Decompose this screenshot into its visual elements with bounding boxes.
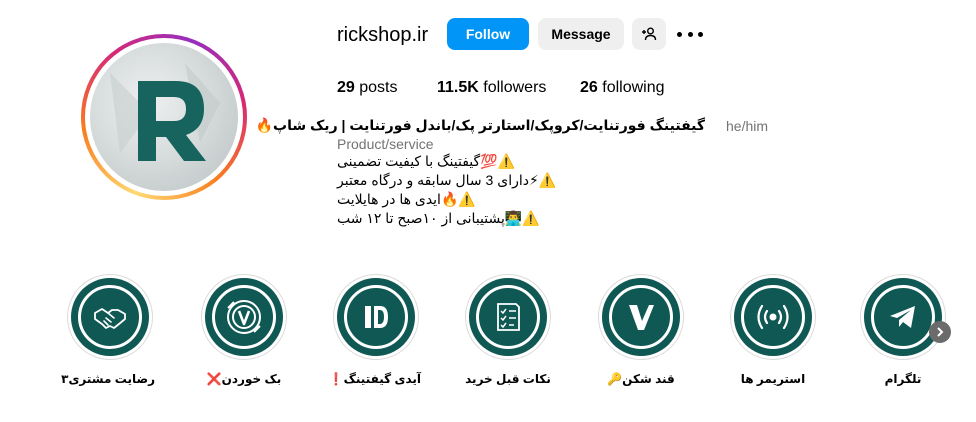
suggested-users-button[interactable]: [632, 18, 666, 50]
highlight-streamers[interactable]: استریمر ها: [728, 274, 818, 386]
highlight-sugar-cracker[interactable]: قند شکن🔑: [596, 274, 686, 386]
more-dot-icon: [687, 31, 693, 37]
highlight-frame: [609, 285, 673, 349]
v-bucks-icon: [227, 300, 261, 334]
following-count: 26: [580, 79, 598, 96]
profile-pronouns: he/him: [726, 118, 769, 134]
followers-count: 11.5K: [437, 79, 479, 96]
highlight-customer-satisfaction[interactable]: رضایت مشتری۳: [61, 274, 155, 386]
avatar-image: [90, 43, 238, 191]
highlight-gifting-id[interactable]: آیدی گیفتینگ❗: [328, 274, 421, 386]
highlight-label: استریمر ها: [740, 372, 806, 386]
bio-line: ⚠️🔥ایدی ها در هایلایت: [337, 191, 476, 207]
highlight-ring: [333, 274, 419, 360]
highlight-label: قند شکن🔑: [607, 372, 675, 386]
rick-logo-icon: [110, 63, 220, 161]
followers-stat[interactable]: 11.5K followers: [437, 79, 546, 97]
highlight-cover: [602, 278, 680, 356]
bio-line: ⚠️⚡دارای 3 سال سابقه و درگاه معتبر: [337, 172, 557, 188]
highlight-label: تلگرام: [884, 372, 922, 386]
highlight-frame: [871, 285, 935, 349]
telegram-icon: [890, 306, 915, 328]
highlight-ring: [465, 274, 551, 360]
highlights-next-button[interactable]: [929, 321, 951, 343]
highlight-cover: [469, 278, 547, 356]
highlight-label: آیدی گیفتینگ❗: [328, 372, 421, 386]
highlight-cover: [71, 278, 149, 356]
more-dot-icon: [698, 31, 703, 37]
highlight-cover: [734, 278, 812, 356]
highlight-ring: [201, 274, 287, 360]
highlight-pre-purchase-notes[interactable]: نکات قبل خرید: [463, 274, 553, 386]
add-user-icon: [642, 27, 657, 41]
highlight-ring: [860, 274, 946, 360]
highlight-label: نکات قبل خرید: [465, 372, 551, 386]
posts-count: 29: [337, 79, 355, 96]
bio-line: ⚠️👨‍💻پشتیبانی از ۱۰صبح تا ۱۲ شب: [337, 210, 540, 226]
profile-username: rickshop.ir: [337, 24, 429, 46]
profile-full-name: گیفتینگ فورتنایت/کروپک/استارتر پک/باندل …: [255, 117, 705, 133]
broadcast-icon: [757, 304, 789, 330]
highlight-frame: [78, 285, 142, 349]
highlight-label: بک خوردن❌: [206, 372, 282, 386]
highlight-ring: [67, 274, 153, 360]
highlight-ring: [598, 274, 684, 360]
more-dot-icon: [677, 31, 682, 37]
highlight-label: رضایت مشتری۳: [61, 372, 155, 386]
following-stat[interactable]: 26 following: [580, 79, 665, 97]
highlight-cover: [864, 278, 942, 356]
highlight-frame: [344, 285, 408, 349]
highlight-cover: [337, 278, 415, 356]
highlight-frame: [212, 285, 276, 349]
highlight-ring: [730, 274, 816, 360]
handshake-icon: [94, 308, 126, 329]
posts-stat: 29 posts: [337, 79, 398, 97]
posts-label: posts: [359, 79, 398, 96]
message-button[interactable]: Message: [538, 18, 624, 50]
profile-avatar[interactable]: [81, 34, 247, 200]
bio-line: ⚠️💯گیفتینگ با کیفیت تضمینی: [337, 153, 516, 169]
followers-label: followers: [483, 79, 547, 96]
highlight-cover: [205, 278, 283, 356]
checklist-icon: [497, 303, 520, 331]
highlight-frame: [476, 285, 540, 349]
v-logo-icon: [629, 305, 654, 330]
highlight-chargeback[interactable]: بک خوردن❌: [199, 274, 289, 386]
highlight-frame: [741, 285, 805, 349]
more-options-button[interactable]: [677, 24, 703, 44]
id-icon: [365, 306, 388, 328]
chevron-right-icon: [937, 327, 944, 337]
profile-category: Product/service: [337, 136, 434, 152]
following-label: following: [602, 79, 665, 96]
follow-button[interactable]: Follow: [447, 18, 529, 50]
